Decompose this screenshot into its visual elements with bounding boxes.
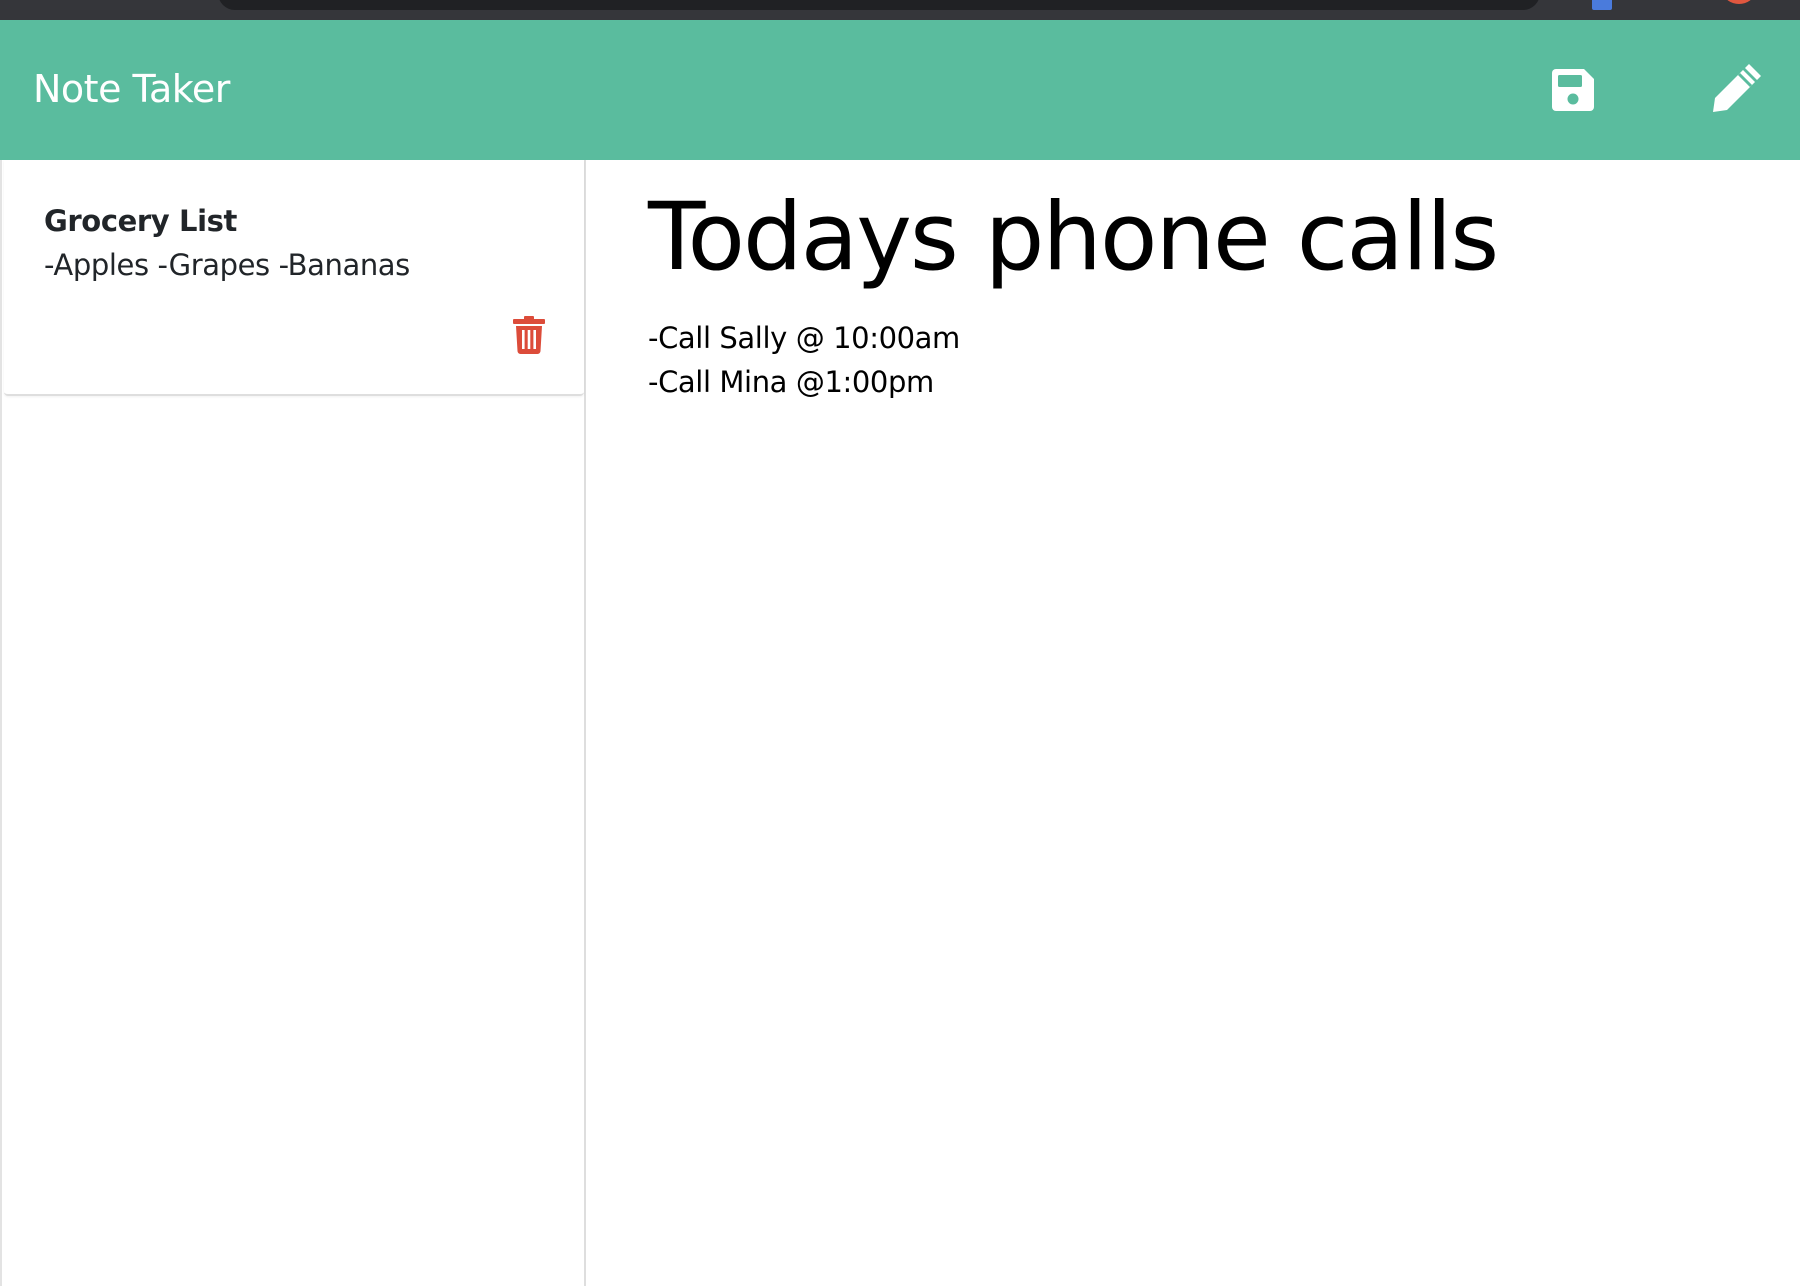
note-editor: Todays phone calls -Call Sally @ 10:00am… bbox=[586, 160, 1800, 1286]
save-note-button[interactable] bbox=[1543, 60, 1603, 120]
note-text-area[interactable]: -Call Sally @ 10:00am -Call Mina @1:00pm bbox=[648, 316, 1748, 404]
browser-profile-icon[interactable] bbox=[1724, 0, 1754, 4]
note-title-input[interactable]: Todays phone calls bbox=[648, 182, 1748, 295]
navbar: Note Taker bbox=[0, 20, 1800, 160]
browser-extension-icon[interactable] bbox=[1592, 0, 1612, 10]
note-list-item-preview: -Apples -Grapes -Bananas bbox=[44, 248, 410, 282]
note-list-item[interactable]: Grocery List -Apples -Grapes -Bananas bbox=[4, 160, 584, 396]
note-text-line: -Call Mina @1:00pm bbox=[648, 365, 934, 399]
note-list-sidebar: Grocery List -Apples -Grapes -Bananas bbox=[0, 160, 586, 1286]
delete-note-button[interactable] bbox=[509, 312, 549, 358]
browser-chrome bbox=[0, 0, 1800, 20]
new-note-button[interactable] bbox=[1705, 60, 1765, 120]
pencil-icon bbox=[1713, 64, 1761, 112]
note-text-line: -Call Sally @ 10:00am bbox=[648, 321, 960, 355]
browser-address-bar[interactable] bbox=[218, 0, 1540, 10]
floppy-disk-save-icon bbox=[1552, 69, 1594, 111]
trash-icon bbox=[513, 316, 545, 354]
app-title[interactable]: Note Taker bbox=[33, 67, 230, 113]
note-list-item-title: Grocery List bbox=[44, 204, 237, 238]
